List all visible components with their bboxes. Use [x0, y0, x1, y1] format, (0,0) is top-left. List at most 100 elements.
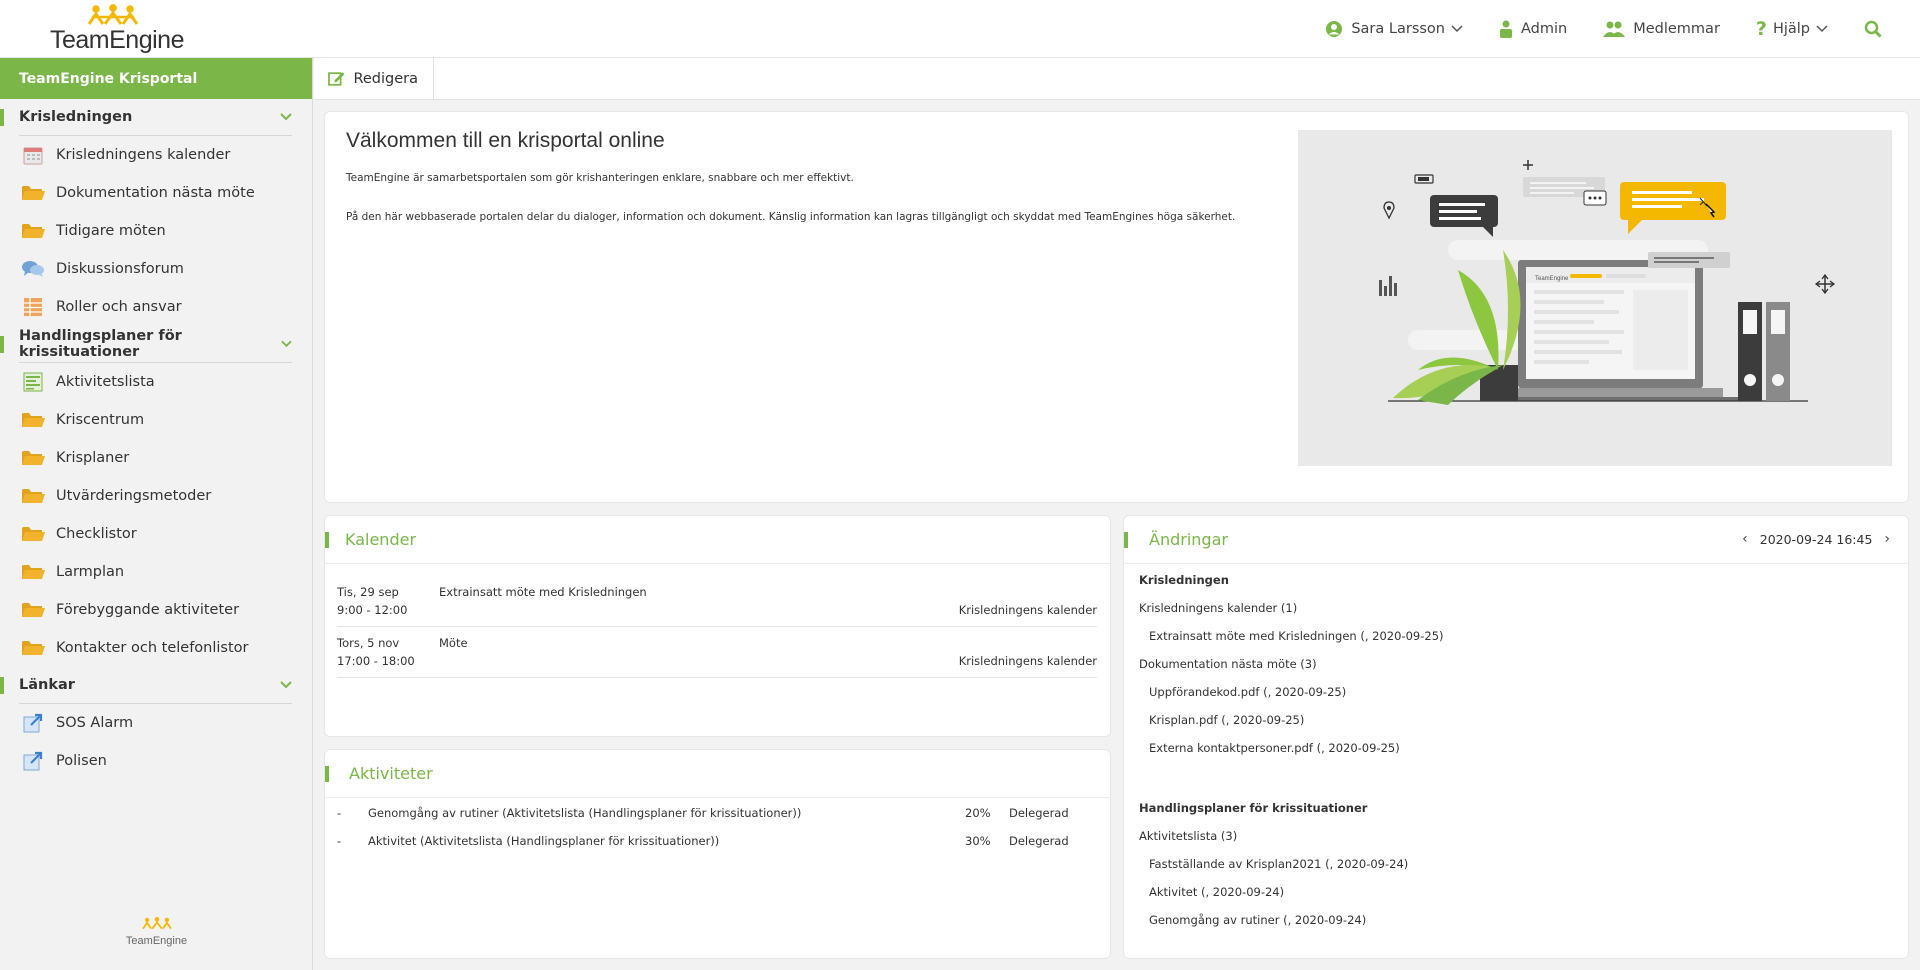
card-accent-bar — [325, 766, 329, 782]
welcome-paragraph-2: På den här webbaserade portalen delar du… — [346, 211, 1236, 223]
edit-label: Redigera — [353, 70, 418, 87]
portal-title[interactable]: TeamEngine Krisportal — [0, 58, 312, 99]
chevron-down-icon — [1451, 25, 1463, 33]
user-menu[interactable]: Sara Larsson — [1325, 20, 1463, 38]
sidebar-item-label: Tidigare möten — [56, 223, 166, 239]
external-link-icon — [21, 750, 45, 772]
sidebar-item[interactable]: Kriscentrum — [0, 401, 312, 439]
activity-name: Aktivitet (Aktivitetslista (Handlingspla… — [368, 834, 720, 848]
sidebar-item-label: Dokumentation nästa möte — [56, 185, 255, 201]
logo-people-icon — [141, 917, 172, 930]
change-entry[interactable]: Genomgång av rutiner (, 2020-09-24) — [1149, 913, 1366, 927]
sidebar-item[interactable]: Krisplaner — [0, 439, 312, 477]
change-entry[interactable]: Extrainsatt möte med Krisledningen (, 20… — [1149, 629, 1444, 643]
sidebar-item-label: Aktivitetslista — [56, 374, 155, 390]
sidebar-item[interactable]: Kontakter och telefonlistor — [0, 629, 312, 667]
welcome-title: Välkommen till en krisportal online — [346, 129, 665, 152]
changes-card: Ändringar ‹ 2020-09-24 16:45 › Krisledni… — [1123, 515, 1909, 959]
user-circle-icon — [1326, 21, 1343, 37]
chevron-down-icon — [280, 681, 292, 689]
sidebar-item[interactable]: Dokumentation nästa möte — [0, 174, 312, 212]
sidebar: TeamEngine Krisportal Krisledningen Krisl… — [0, 58, 313, 970]
help-menu[interactable]: ? Hjälp — [1756, 18, 1828, 40]
sidebar-item[interactable]: Utvärderingsmetoder — [0, 477, 312, 515]
calendar-event[interactable]: Tis, 29 sep 9:00 - 12:00 Extrainsatt möt… — [337, 577, 1097, 627]
chevron-down-icon — [1816, 25, 1828, 33]
folder-icon — [21, 220, 45, 242]
activities-card: Aktiviteter - Genomgång av rutiner (Akti… — [324, 749, 1111, 959]
table-icon — [21, 296, 45, 318]
change-entry[interactable]: Krisplan.pdf (, 2020-09-25) — [1149, 713, 1304, 727]
folder-icon — [21, 637, 45, 659]
sidebar-item[interactable]: SOS Alarm — [0, 704, 312, 742]
sidebar-item[interactable]: Checklistor — [0, 515, 312, 553]
sidebar-item[interactable]: Aktivitetslista — [0, 363, 312, 401]
question-mark-icon: ? — [1755, 18, 1767, 40]
admin-link[interactable]: Admin — [1499, 20, 1567, 38]
edit-pencil-icon — [328, 72, 345, 86]
card-accent-bar — [1124, 532, 1128, 548]
sidebar-item[interactable]: Larmplan — [0, 553, 312, 591]
change-entry[interactable]: Externa kontaktpersoner.pdf (, 2020-09-2… — [1149, 741, 1400, 755]
admin-person-icon — [1500, 20, 1512, 38]
sidebar-section-title: Krisledningen — [19, 109, 133, 125]
calendar-event[interactable]: Tors, 5 nov 17:00 - 18:00 Möte Krisledni… — [337, 628, 1097, 678]
activities-title: Aktiviteter — [349, 764, 433, 783]
sidebar-item-label: Polisen — [56, 753, 107, 769]
card-divider — [325, 563, 1110, 564]
help-label: Hjälp — [1772, 21, 1810, 37]
event-time: 17:00 - 18:00 — [337, 654, 415, 668]
event-source: Krisledningens kalender — [958, 654, 1097, 668]
illustration-logo-text: TeamEngine — [1535, 276, 1569, 282]
members-link[interactable]: Medlemmar — [1603, 21, 1720, 37]
card-divider — [1124, 563, 1908, 564]
folder-icon — [21, 182, 45, 204]
next-date-button[interactable]: › — [1878, 531, 1896, 547]
change-entry[interactable]: Fastställande av Krisplan2021 (, 2020-09… — [1149, 857, 1408, 871]
calendar-icon — [21, 144, 45, 166]
sidebar-section-header[interactable]: Länkar — [0, 667, 292, 704]
sidebar-section-header[interactable]: Krisledningen — [0, 99, 292, 136]
sidebar-item-label: Diskussionsforum — [56, 261, 184, 277]
change-entry[interactable]: Uppförandekod.pdf (, 2020-09-25) — [1149, 685, 1346, 699]
sidebar-item-label: Krisplaner — [56, 450, 130, 466]
sidebar-item[interactable]: Polisen — [0, 742, 312, 780]
edit-button[interactable]: Redigera — [314, 58, 434, 99]
search-icon — [1864, 20, 1882, 38]
folder-icon — [21, 485, 45, 507]
sidebar-item[interactable]: Diskussionsforum — [0, 250, 312, 288]
footer-logo-text: TeamEngine — [125, 935, 188, 947]
sidebar-item[interactable]: Roller och ansvar — [0, 288, 312, 326]
sidebar-item-label: Kriscentrum — [56, 412, 145, 428]
folder-icon — [21, 523, 45, 545]
change-subgroup: Dokumentation nästa möte (3) — [1139, 657, 1317, 671]
logo-text: TeamEngine — [50, 26, 184, 54]
logo-people-icon — [88, 4, 138, 25]
change-group-heading: Handlingsplaner för krissituationer — [1139, 801, 1368, 815]
change-entry[interactable]: Aktivitet (, 2020-09-24) — [1149, 885, 1284, 899]
sidebar-item[interactable]: Förebyggande aktiviteter — [0, 591, 312, 629]
sidebar-item-label: Kontakter och telefonlistor — [56, 640, 249, 656]
sidebar-sections: Krisledningen Krisledningens kalender Doku… — [0, 99, 312, 780]
event-date: Tis, 29 sep — [337, 585, 399, 599]
sidebar-item-label: Larmplan — [56, 564, 125, 580]
chat-bubbles-icon — [21, 258, 45, 280]
footer-logo: TeamEngine — [0, 916, 313, 947]
folder-icon — [21, 599, 45, 621]
folder-icon — [21, 447, 45, 469]
event-time: 9:00 - 12:00 — [337, 603, 408, 617]
folder-icon — [21, 561, 45, 583]
sidebar-item[interactable]: Krisledningens kalender — [0, 136, 312, 174]
card-divider — [325, 797, 1110, 798]
teamengine-logo[interactable]: TeamEngine — [50, 4, 184, 54]
top-header: TeamEngine Sara Larsson Admin Medlemmar … — [0, 0, 1920, 58]
change-group-heading: Krisledningen — [1139, 573, 1229, 587]
welcome-card: Välkommen till en krisportal online Team… — [324, 111, 1909, 503]
search-button[interactable] — [1864, 20, 1890, 38]
activity-status: Delegerad — [1009, 834, 1069, 848]
sidebar-item[interactable]: Tidigare möten — [0, 212, 312, 250]
members-icon — [1603, 21, 1626, 37]
previous-date-button[interactable]: ‹ — [1736, 531, 1754, 547]
sidebar-section-header[interactable]: Handlingsplaner för krissituationer — [0, 326, 292, 363]
sidebar-item-label: Krisledningens kalender — [56, 147, 231, 163]
